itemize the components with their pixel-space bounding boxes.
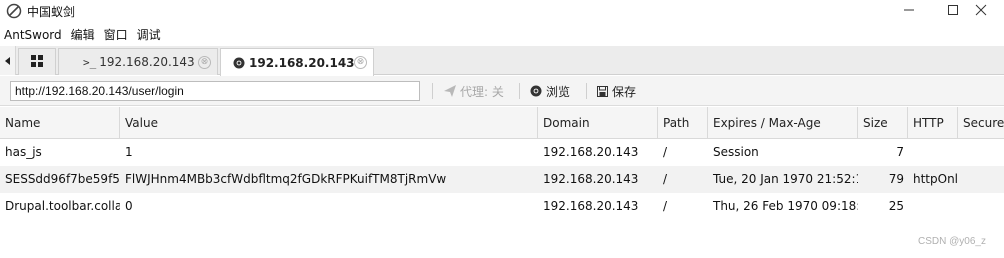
table-header: Name Value Domain Path Expires / Max-Age… bbox=[0, 107, 1004, 139]
caret-left-icon bbox=[4, 54, 11, 68]
tab-browser-label: 192.168.20.143 bbox=[249, 55, 355, 70]
title-bar: 中国蚁剑 bbox=[0, 0, 1004, 22]
menu-bar: AntSword 编辑 窗口 调试 bbox=[0, 24, 166, 46]
tab-home[interactable] bbox=[18, 48, 56, 75]
menu-antsword[interactable]: AntSword bbox=[0, 24, 67, 46]
menu-debug[interactable]: 调试 bbox=[133, 24, 166, 46]
cell-size: 7 bbox=[896, 145, 904, 159]
browse-button[interactable]: 浏览 bbox=[530, 81, 570, 101]
cell-path: / bbox=[663, 172, 668, 186]
column-header-path[interactable]: Path bbox=[658, 107, 708, 139]
browse-label: 浏览 bbox=[546, 84, 571, 99]
cell-domain: 192.168.20.143 bbox=[543, 172, 639, 186]
menu-edit[interactable]: 编辑 bbox=[67, 24, 100, 46]
send-icon bbox=[444, 85, 456, 97]
cell-path: / bbox=[663, 199, 668, 213]
close-icon bbox=[975, 4, 987, 19]
cell-domain: 192.168.20.143 bbox=[543, 199, 639, 213]
cell-expires: Tue, 20 Jan 1970 21:52:1 bbox=[713, 172, 858, 186]
chrome-icon bbox=[530, 85, 542, 97]
tab-close-icon[interactable]: ⊗ bbox=[354, 56, 367, 69]
cell-http bbox=[908, 193, 958, 220]
cell-size: 79 bbox=[888, 172, 904, 186]
toolbar-divider bbox=[586, 83, 587, 99]
cell-name: has_js bbox=[5, 145, 42, 159]
column-header-name[interactable]: Name bbox=[0, 107, 120, 139]
chrome-icon bbox=[233, 57, 245, 69]
column-header-secure[interactable]: Secure bbox=[958, 107, 1004, 139]
table-row[interactable]: Drupal.toolbar.collap 0 192.168.20.143 /… bbox=[0, 193, 1004, 220]
cell-value: 1 bbox=[125, 145, 133, 159]
cell-name: SESSdd96f7be59f53 bbox=[5, 172, 120, 186]
antsword-logo-icon bbox=[6, 3, 22, 19]
tab-scroll-left-button[interactable] bbox=[0, 46, 16, 75]
browser-toolbar: 代理: 关 浏览 保存 bbox=[0, 76, 1004, 106]
column-header-size[interactable]: Size bbox=[858, 107, 908, 139]
tab-close-icon[interactable]: ⊗ bbox=[198, 56, 211, 69]
proxy-label: 代理: 关 bbox=[460, 84, 504, 99]
toolbar-divider bbox=[519, 83, 520, 99]
tab-terminal[interactable]: >_ 192.168.20.143 ⊗ bbox=[58, 48, 218, 75]
cell-size: 25 bbox=[888, 199, 904, 213]
menu-window[interactable]: 窗口 bbox=[100, 24, 133, 46]
cell-expires: Thu, 26 Feb 1970 09:18:5 bbox=[713, 199, 858, 213]
save-label: 保存 bbox=[612, 84, 637, 99]
cell-secure bbox=[958, 193, 1004, 220]
proxy-button[interactable]: 代理: 关 bbox=[444, 81, 504, 101]
cell-http: httpOnly bbox=[913, 172, 958, 186]
tab-terminal-label: 192.168.20.143 bbox=[99, 55, 195, 69]
column-header-domain[interactable]: Domain bbox=[538, 107, 658, 139]
terminal-icon: >_ bbox=[83, 55, 97, 69]
cell-path: / bbox=[663, 145, 668, 159]
table-row[interactable]: SESSdd96f7be59f53 FlWJHnm4MBb3cfWdbfltmq… bbox=[0, 166, 1004, 193]
cell-secure bbox=[958, 166, 1004, 193]
save-button[interactable]: 保存 bbox=[597, 81, 636, 101]
cookie-table: Name Value Domain Path Expires / Max-Age… bbox=[0, 107, 1004, 258]
column-header-expires[interactable]: Expires / Max-Age bbox=[708, 107, 858, 139]
minimize-icon bbox=[903, 4, 915, 19]
floppy-disk-icon bbox=[597, 85, 608, 97]
grid-icon bbox=[31, 54, 43, 70]
cell-http bbox=[908, 139, 958, 166]
toolbar-divider bbox=[432, 83, 433, 99]
close-window-button[interactable] bbox=[958, 0, 1004, 22]
column-header-http[interactable]: HTTP bbox=[908, 107, 958, 139]
cell-domain: 192.168.20.143 bbox=[543, 145, 639, 159]
cell-expires: Session bbox=[713, 145, 759, 159]
column-header-value[interactable]: Value bbox=[120, 107, 538, 139]
tab-strip: >_ 192.168.20.143 ⊗ 192.168.20.143 ⊗ bbox=[0, 46, 1004, 76]
window-title: 中国蚁剑 bbox=[27, 5, 76, 19]
cell-name: Drupal.toolbar.collap bbox=[5, 199, 120, 213]
cell-value: 0 bbox=[125, 199, 133, 213]
cell-secure bbox=[958, 139, 1004, 166]
cell-value: FlWJHnm4MBb3cfWdbfltmq2fGDkRFPKuifTM8TjR… bbox=[125, 172, 447, 186]
watermark: CSDN @y06_z bbox=[918, 236, 986, 247]
url-input[interactable] bbox=[10, 81, 420, 101]
table-row[interactable]: has_js 1 192.168.20.143 / Session 7 bbox=[0, 139, 1004, 166]
tab-browser[interactable]: 192.168.20.143 ⊗ bbox=[220, 48, 374, 76]
minimize-button[interactable] bbox=[886, 0, 932, 22]
